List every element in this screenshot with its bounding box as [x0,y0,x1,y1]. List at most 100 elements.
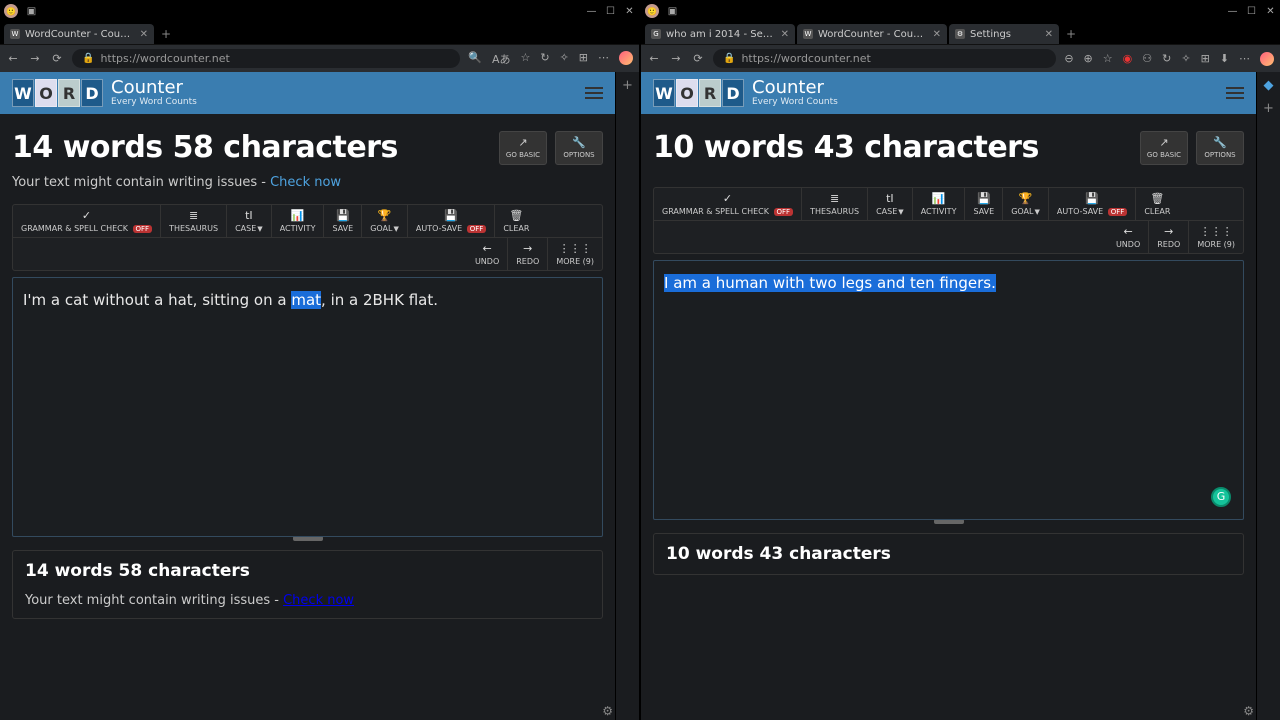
browser-tab[interactable]: W WordCounter - Count Wo ✕ [797,24,947,44]
site-logo[interactable]: W O R D [12,79,103,107]
url-text: https://wordcounter.net [741,52,870,65]
tool-more-button[interactable]: ⋮⋮⋮MORE (9) [548,238,602,270]
tool-case-button[interactable]: tICASE▼ [227,205,272,237]
extension-icon[interactable]: ◉ [1123,52,1133,66]
tool-autosave-button[interactable]: 💾AUTO-SAVE OFF [408,205,495,237]
tool-case-button[interactable]: tICASE▼ [868,188,913,220]
text-editor[interactable]: I am a human with two legs and ten finge… [653,260,1244,520]
text-editor[interactable]: I'm a cat without a hat, sitting on a ma… [12,277,603,537]
sidebar-add-icon[interactable]: + [622,78,633,93]
horizontal-scrollbar[interactable] [653,519,1244,527]
tool-label: CLEAR [503,224,529,233]
check-now-link[interactable]: Check now [270,175,341,190]
tab-favicon-icon: W [803,29,813,39]
horizontal-scrollbar[interactable] [12,536,603,544]
tool-label: AUTO-SAVE OFF [416,224,486,233]
tool-goal-button[interactable]: 🏆GOAL▼ [1003,188,1049,220]
new-tab-button[interactable]: + [1061,24,1081,44]
settings-gear-icon[interactable]: ⚙ [1243,704,1254,718]
translate-icon[interactable]: Aあ [492,51,511,67]
options-button[interactable]: 🔧OPTIONS [1196,131,1244,165]
settings-gear-icon[interactable]: ⚙ [602,704,613,718]
tab-close-icon[interactable]: ✕ [933,29,941,40]
tab-title: WordCounter - Count Words & C [25,29,135,40]
favorites-icon[interactable]: ✧ [1181,52,1190,66]
sidebar-add-icon[interactable]: + [1263,101,1274,116]
collections-icon[interactable]: ⊞ [1201,52,1210,66]
address-input[interactable]: 🔒 https://wordcounter.net [713,49,1056,68]
tool-grammar-button[interactable]: ✓GRAMMAR & SPELL CHECK OFF [654,188,802,220]
more-icon[interactable]: ⋯ [598,51,609,67]
zoom-out-icon[interactable]: ⊖ [1064,52,1073,66]
collections-icon[interactable]: ⊞ [579,51,588,67]
toolbar-row-2: ←UNDO→REDO⋮⋮⋮MORE (9) [13,238,602,270]
maximize-icon[interactable]: ☐ [1246,6,1257,17]
profile-avatar-icon[interactable]: 🙂 [645,4,659,18]
refresh-icon[interactable]: ⟳ [691,52,705,65]
tool-redo-button[interactable]: →REDO [1149,221,1189,253]
tool-save-button[interactable]: 💾SAVE [965,188,1003,220]
tool-undo-button[interactable]: ←UNDO [467,238,508,270]
new-tab-button[interactable]: + [156,24,176,44]
tool-label: THESAURUS [810,207,859,216]
browser-tab[interactable]: ⚙ Settings ✕ [949,24,1059,44]
zoom-in-icon[interactable]: ⊕ [1084,52,1093,66]
tool-activity-button[interactable]: 📊ACTIVITY [913,188,966,220]
zoom-icon[interactable]: 🔍 [468,51,482,67]
browser-tab[interactable]: G who am i 2014 - Search ✕ [645,24,795,44]
options-button[interactable]: 🔧OPTIONS [555,131,603,165]
sync-icon[interactable]: ↻ [1162,52,1171,66]
minimize-icon[interactable]: — [1227,6,1238,17]
workspaces-icon[interactable]: ▣ [667,6,678,17]
profile-icon[interactable] [619,51,633,65]
more-icon[interactable]: ⋯ [1239,52,1250,66]
tool-redo-button[interactable]: →REDO [508,238,548,270]
tool-thesaurus-button[interactable]: ≣THESAURUS [161,205,227,237]
close-window-icon[interactable]: ✕ [624,6,635,17]
browser-tab[interactable]: W WordCounter - Count Words & C ✕ [4,24,154,44]
downloads-icon[interactable]: ⬇ [1220,52,1229,66]
redo-icon: → [1164,225,1173,238]
profile-icon[interactable] [1260,52,1274,66]
extension-icon[interactable]: ⚇ [1142,52,1152,66]
tool-activity-button[interactable]: 📊ACTIVITY [272,205,325,237]
tab-close-icon[interactable]: ✕ [140,29,148,40]
favorites-icon[interactable]: ✧ [560,51,569,67]
tool-goal-button[interactable]: 🏆GOAL▼ [362,205,408,237]
tab-favicon-icon: G [651,29,661,39]
tool-save-button[interactable]: 💾SAVE [324,205,362,237]
tool-more-button[interactable]: ⋮⋮⋮MORE (9) [1189,221,1243,253]
close-window-icon[interactable]: ✕ [1265,6,1276,17]
tab-close-icon[interactable]: ✕ [781,29,789,40]
refresh-icon[interactable]: ⟳ [50,52,64,65]
sync-icon[interactable]: ↻ [540,51,549,67]
star-icon[interactable]: ☆ [520,51,530,67]
forward-icon[interactable]: → [28,52,42,65]
tool-autosave-button[interactable]: 💾AUTO-SAVE OFF [1049,188,1136,220]
case-icon: tI [886,192,894,205]
tool-label: MORE (9) [556,257,594,266]
menu-icon[interactable] [585,87,603,99]
site-logo[interactable]: W O R D [653,79,744,107]
tool-undo-button[interactable]: ←UNDO [1108,221,1149,253]
back-icon[interactable]: ← [647,52,661,65]
maximize-icon[interactable]: ☐ [605,6,616,17]
check-now-link[interactable]: Check now [283,593,354,608]
tool-thesaurus-button[interactable]: ≣THESAURUS [802,188,868,220]
star-icon[interactable]: ☆ [1103,52,1113,66]
profile-avatar-icon[interactable]: 🙂 [4,4,18,18]
go-basic-button[interactable]: ↗GO BASIC [499,131,547,165]
sidebar-tool-icon[interactable]: ◆ [1264,78,1274,93]
go-basic-button[interactable]: ↗GO BASIC [1140,131,1188,165]
back-icon[interactable]: ← [6,52,20,65]
workspaces-icon[interactable]: ▣ [26,6,37,17]
forward-icon[interactable]: → [669,52,683,65]
menu-icon[interactable] [1226,87,1244,99]
minimize-icon[interactable]: — [586,6,597,17]
tool-clear-button[interactable]: 🗑CLEAR [1136,188,1178,220]
tool-grammar-button[interactable]: ✓GRAMMAR & SPELL CHECK OFF [13,205,161,237]
tool-clear-button[interactable]: 🗑CLEAR [495,205,537,237]
address-input[interactable]: 🔒 https://wordcounter.net [72,49,460,68]
tab-close-icon[interactable]: ✕ [1045,29,1053,40]
grammarly-icon[interactable]: G [1211,487,1231,507]
